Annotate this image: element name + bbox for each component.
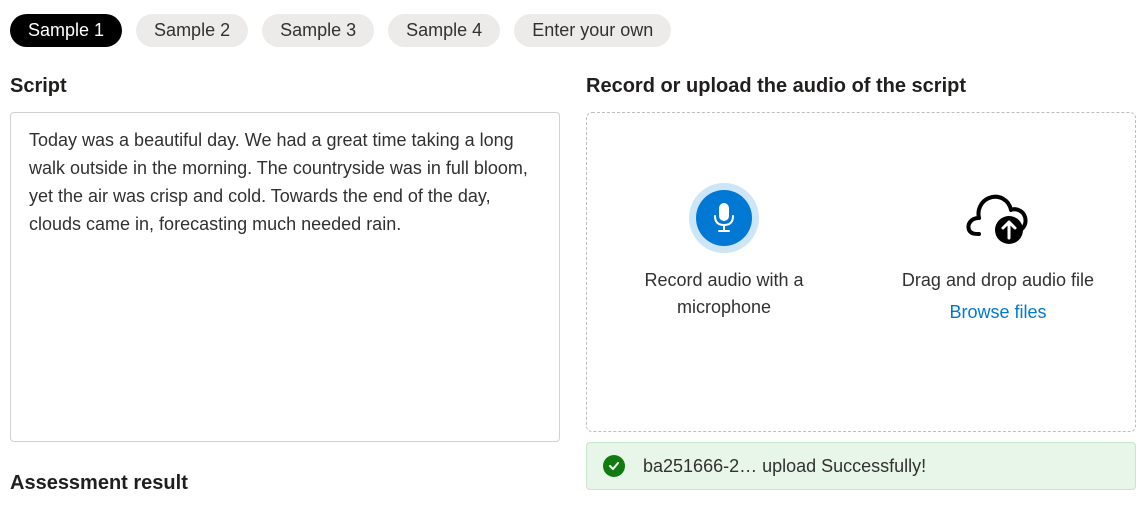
tab-sample-4[interactable]: Sample 4 xyxy=(388,14,500,47)
tab-enter-own[interactable]: Enter your own xyxy=(514,14,671,47)
check-icon xyxy=(603,455,625,477)
record-audio-label: Record audio with a microphone xyxy=(609,267,839,321)
upload-heading: Record or upload the audio of the script xyxy=(586,75,1136,98)
upload-column: Record or upload the audio of the script… xyxy=(586,75,1136,509)
upload-status-bar: ba251666-2… upload Successfully! xyxy=(586,442,1136,490)
sample-tabs: Sample 1 Sample 2 Sample 3 Sample 4 Ente… xyxy=(10,14,1136,47)
microphone-icon xyxy=(689,183,759,253)
script-heading: Script xyxy=(10,75,560,98)
cloud-upload-icon xyxy=(963,183,1033,253)
browse-files-link[interactable]: Browse files xyxy=(949,302,1046,323)
script-column: Script Assessment result xyxy=(10,75,560,509)
upload-dropzone[interactable]: Record audio with a microphone Drag and … xyxy=(586,112,1136,432)
upload-status-text: ba251666-2… upload Successfully! xyxy=(643,456,926,477)
drop-file-label: Drag and drop audio file xyxy=(902,267,1094,294)
tab-sample-3[interactable]: Sample 3 xyxy=(262,14,374,47)
assessment-heading: Assessment result xyxy=(10,472,560,495)
tab-sample-1[interactable]: Sample 1 xyxy=(10,14,122,47)
tab-sample-2[interactable]: Sample 2 xyxy=(136,14,248,47)
main-columns: Script Assessment result Record or uploa… xyxy=(10,75,1136,509)
record-audio-option[interactable]: Record audio with a microphone xyxy=(609,183,839,321)
drop-file-option[interactable]: Drag and drop audio file Browse files xyxy=(883,183,1113,323)
script-textarea[interactable] xyxy=(10,112,560,442)
